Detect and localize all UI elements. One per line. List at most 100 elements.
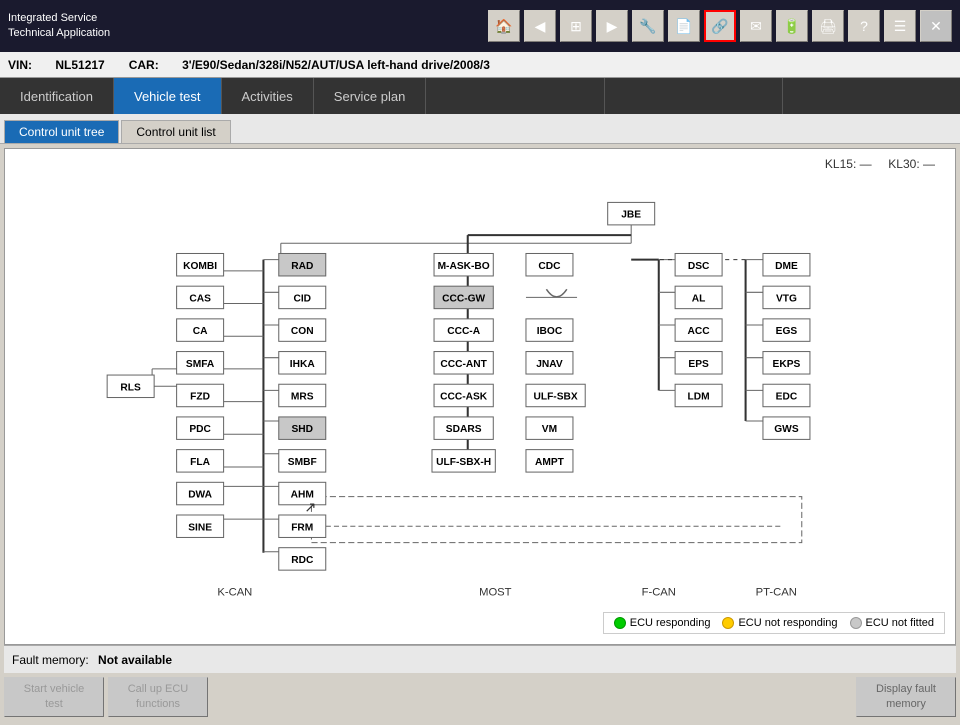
svg-text:AL: AL bbox=[692, 294, 706, 305]
fault-label: Fault memory: bbox=[12, 653, 89, 667]
svg-text:CA: CA bbox=[193, 326, 208, 337]
green-dot bbox=[614, 617, 626, 629]
svg-text:SDARS: SDARS bbox=[446, 424, 482, 435]
svg-text:CAS: CAS bbox=[189, 294, 211, 305]
svg-text:GWS: GWS bbox=[774, 424, 799, 435]
tab-empty3[interactable] bbox=[783, 78, 960, 114]
link-button[interactable]: 🔗 bbox=[704, 10, 736, 42]
fault-value: Not available bbox=[98, 653, 172, 667]
close-button[interactable]: ✕ bbox=[920, 10, 952, 42]
title-bar: Integrated Service Technical Application… bbox=[0, 0, 960, 52]
svg-text:MOST: MOST bbox=[479, 587, 512, 599]
svg-text:CCC-GW: CCC-GW bbox=[442, 294, 485, 305]
svg-text:FLA: FLA bbox=[190, 457, 210, 468]
list-button[interactable]: ☰ bbox=[884, 10, 916, 42]
svg-text:CID: CID bbox=[293, 294, 311, 305]
subtab-control-unit-tree[interactable]: Control unit tree bbox=[4, 120, 119, 143]
mail-button[interactable]: ✉ bbox=[740, 10, 772, 42]
start-vehicle-test-button[interactable]: Start vehicle test bbox=[4, 677, 104, 718]
tab-vehicle-test[interactable]: Vehicle test bbox=[114, 78, 222, 114]
svg-text:ULF-SBX-H: ULF-SBX-H bbox=[436, 457, 491, 468]
svg-text:ULF-SBX: ULF-SBX bbox=[533, 392, 577, 403]
diagram-container: KL15: — KL30: — JBE bbox=[4, 148, 956, 645]
tab-bar: Identification Vehicle test Activities S… bbox=[0, 78, 960, 114]
display-fault-memory-button[interactable]: Display fault memory bbox=[856, 677, 956, 718]
svg-text:CCC-ANT: CCC-ANT bbox=[440, 359, 487, 370]
svg-text:ACC: ACC bbox=[688, 326, 711, 337]
bottom-buttons: Start vehicle test Call up ECU functions… bbox=[4, 673, 956, 721]
svg-text:EDC: EDC bbox=[776, 392, 798, 403]
home-button[interactable]: 🏠 bbox=[488, 10, 520, 42]
yellow-dot bbox=[722, 617, 734, 629]
svg-text:LDM: LDM bbox=[688, 392, 710, 403]
forward-button[interactable]: ▶ bbox=[596, 10, 628, 42]
call-up-ecu-button[interactable]: Call up ECU functions bbox=[108, 677, 208, 718]
svg-text:KOMBI: KOMBI bbox=[183, 261, 217, 272]
kl30-value: — bbox=[923, 157, 935, 171]
vin-label: VIN: bbox=[8, 58, 32, 72]
tab-empty1[interactable] bbox=[426, 78, 604, 114]
kl15-value: — bbox=[860, 157, 872, 171]
svg-text:EGS: EGS bbox=[776, 326, 798, 337]
diagram-svg: JBE bbox=[5, 149, 955, 644]
svg-text:M-ASK-BO: M-ASK-BO bbox=[438, 261, 490, 272]
svg-text:PT-CAN: PT-CAN bbox=[756, 587, 797, 599]
gray-dot bbox=[850, 617, 862, 629]
svg-text:CDC: CDC bbox=[538, 261, 561, 272]
svg-text:RLS: RLS bbox=[120, 382, 141, 393]
svg-text:RAD: RAD bbox=[291, 261, 313, 272]
svg-text:FRM: FRM bbox=[291, 522, 313, 533]
svg-text:RDC: RDC bbox=[291, 555, 314, 566]
svg-text:VTG: VTG bbox=[776, 294, 797, 305]
svg-text:IBOC: IBOC bbox=[537, 326, 563, 337]
battery-button[interactable]: 🔋 bbox=[776, 10, 808, 42]
svg-text:DME: DME bbox=[775, 261, 798, 272]
svg-text:EKPS: EKPS bbox=[773, 359, 801, 370]
svg-text:IHKA: IHKA bbox=[290, 359, 316, 370]
svg-text:↗: ↗ bbox=[304, 500, 316, 516]
bottom-right-buttons: Display fault memory bbox=[856, 677, 956, 718]
svg-text:JBE: JBE bbox=[621, 210, 641, 221]
help-button[interactable]: ? bbox=[848, 10, 880, 42]
subtab-bar: Control unit tree Control unit list bbox=[0, 114, 960, 144]
kl-labels: KL15: — KL30: — bbox=[825, 157, 935, 171]
legend: ECU responding ECU not responding ECU no… bbox=[603, 612, 945, 634]
wrench-button[interactable]: 🔧 bbox=[632, 10, 664, 42]
legend-not-fitted: ECU not fitted bbox=[850, 617, 934, 629]
svg-text:SMBF: SMBF bbox=[288, 457, 317, 468]
bottom-left-buttons: Start vehicle test Call up ECU functions bbox=[4, 677, 208, 718]
svg-text:PDC: PDC bbox=[189, 424, 211, 435]
back-button[interactable]: ◀ bbox=[524, 10, 556, 42]
svg-text:MRS: MRS bbox=[291, 392, 314, 403]
svg-text:EPS: EPS bbox=[688, 359, 709, 370]
svg-text:DWA: DWA bbox=[188, 490, 212, 501]
svg-text:DSC: DSC bbox=[688, 261, 710, 272]
copy-button[interactable]: ⊞ bbox=[560, 10, 592, 42]
svg-text:CON: CON bbox=[291, 326, 314, 337]
tab-empty2[interactable] bbox=[605, 78, 783, 114]
svg-text:SHD: SHD bbox=[291, 424, 313, 435]
svg-text:CCC-ASK: CCC-ASK bbox=[440, 392, 488, 403]
svg-text:AMPT: AMPT bbox=[535, 457, 565, 468]
svg-text:AHM: AHM bbox=[291, 490, 314, 501]
svg-text:CCC-A: CCC-A bbox=[447, 326, 481, 337]
svg-text:F-CAN: F-CAN bbox=[642, 587, 676, 599]
vin-bar: VIN: NL51217 CAR: 3'/E90/Sedan/328i/N52/… bbox=[0, 52, 960, 78]
tab-service-plan[interactable]: Service plan bbox=[314, 78, 427, 114]
pages-button[interactable]: 📄 bbox=[668, 10, 700, 42]
svg-text:VM: VM bbox=[542, 424, 557, 435]
tab-identification[interactable]: Identification bbox=[0, 78, 114, 114]
print-button[interactable]: 🖨 bbox=[812, 10, 844, 42]
svg-text:FZD: FZD bbox=[190, 392, 210, 403]
toolbar: 🏠 ◀ ⊞ ▶ 🔧 📄 🔗 ✉ 🔋 🖨 ? ☰ ✕ bbox=[488, 10, 952, 42]
svg-text:SINE: SINE bbox=[188, 522, 212, 533]
car-label: CAR: bbox=[129, 58, 159, 72]
legend-not-responding: ECU not responding bbox=[722, 617, 837, 629]
subtab-control-unit-list[interactable]: Control unit list bbox=[121, 120, 230, 143]
tab-activities[interactable]: Activities bbox=[222, 78, 314, 114]
svg-text:JNAV: JNAV bbox=[536, 359, 563, 370]
vin-value: NL51217 bbox=[55, 58, 104, 72]
legend-responding: ECU responding bbox=[614, 617, 711, 629]
status-bar: Fault memory: Not available bbox=[4, 645, 956, 673]
kl15-label: KL15: bbox=[825, 157, 856, 171]
